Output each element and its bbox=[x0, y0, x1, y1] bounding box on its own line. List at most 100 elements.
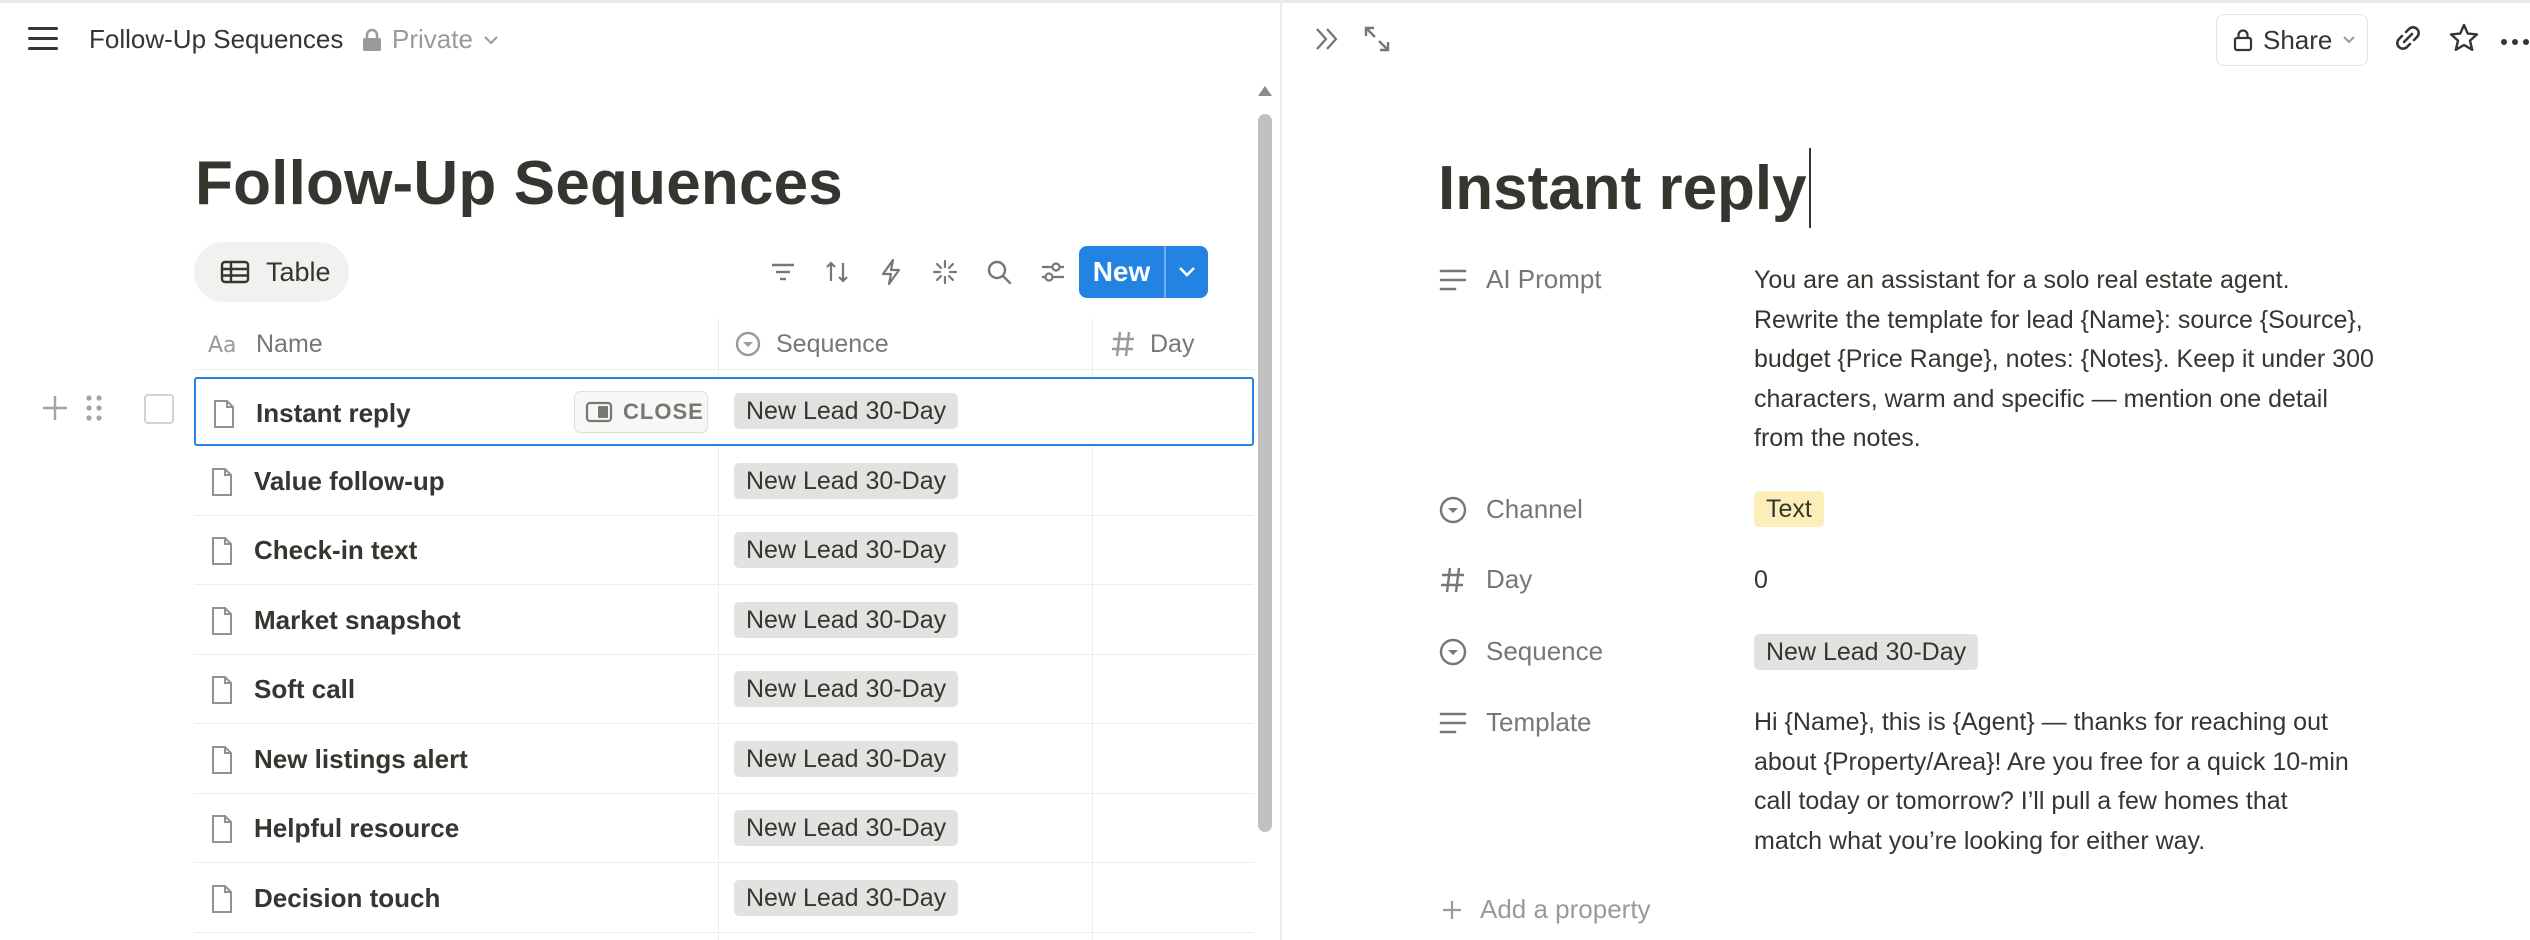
ai-prompt-value[interactable]: You are an assistant for a solo real est… bbox=[1754, 261, 2474, 459]
text-cursor bbox=[1808, 148, 1811, 228]
property-label-ai-prompt[interactable]: AI Prompt bbox=[1438, 264, 1602, 295]
select-property-icon bbox=[1439, 638, 1467, 665]
new-button[interactable]: New bbox=[1079, 246, 1164, 298]
row-name[interactable]: Value follow-up bbox=[254, 466, 445, 497]
search-icon[interactable] bbox=[976, 246, 1022, 298]
number-property-icon bbox=[1112, 331, 1134, 357]
privacy-dropdown[interactable]: Private bbox=[362, 24, 499, 55]
select-property-icon bbox=[1439, 496, 1467, 523]
sort-icon[interactable] bbox=[814, 246, 860, 298]
share-button[interactable]: Share bbox=[2216, 14, 2368, 66]
menu-icon[interactable] bbox=[28, 27, 58, 51]
table-row[interactable]: Helpful resource New Lead 30-Day bbox=[194, 794, 1254, 863]
sequence-tag[interactable]: New Lead 30-Day bbox=[734, 602, 959, 638]
row-name[interactable]: Instant reply bbox=[256, 398, 411, 429]
lock-icon bbox=[363, 28, 381, 51]
row-checkbox[interactable] bbox=[144, 394, 174, 424]
channel-tag[interactable]: Text bbox=[1754, 491, 1824, 527]
page-icon bbox=[212, 536, 232, 565]
copy-link-icon[interactable] bbox=[2392, 22, 2424, 59]
view-settings-icon[interactable] bbox=[1030, 246, 1076, 298]
page-title-text[interactable]: Instant reply bbox=[1438, 153, 1807, 224]
table-header: Aa Name Sequence Day bbox=[194, 318, 1254, 370]
page-icon bbox=[212, 467, 232, 496]
page-icon bbox=[212, 745, 232, 774]
page-icon bbox=[212, 675, 232, 704]
row-name[interactable]: Check-in text bbox=[254, 535, 417, 566]
table-row[interactable]: Decision touch New Lead 30-Day bbox=[194, 864, 1254, 933]
expand-full-page-icon[interactable] bbox=[1362, 24, 1392, 59]
table-icon bbox=[220, 260, 250, 284]
scroll-up-arrow-icon[interactable] bbox=[1258, 86, 1272, 96]
share-label: Share bbox=[2263, 24, 2333, 55]
row-name[interactable]: New listings alert bbox=[254, 744, 468, 775]
drag-handle-icon[interactable] bbox=[84, 393, 104, 428]
text-lines-icon bbox=[1439, 712, 1467, 733]
favorite-star-icon[interactable] bbox=[2448, 22, 2480, 59]
scrollbar-thumb[interactable] bbox=[1258, 114, 1272, 832]
page-icon bbox=[212, 884, 232, 913]
row-name[interactable]: Market snapshot bbox=[254, 605, 461, 636]
sequence-tag[interactable]: New Lead 30-Day bbox=[734, 463, 959, 499]
table-row[interactable]: Market snapshot New Lead 30-Day bbox=[194, 586, 1254, 655]
more-options-icon[interactable] bbox=[2500, 34, 2530, 52]
close-peek-button[interactable]: CLOSE bbox=[574, 391, 708, 433]
database-toolbar bbox=[760, 246, 1076, 298]
plus-icon bbox=[1443, 900, 1461, 919]
close-peek-double-chevron-icon[interactable] bbox=[1312, 24, 1342, 59]
select-property-icon bbox=[735, 331, 761, 357]
sequence-tag[interactable]: New Lead 30-Day bbox=[734, 393, 959, 429]
row-name[interactable]: Helpful resource bbox=[254, 813, 459, 844]
new-button-dropdown[interactable] bbox=[1166, 246, 1208, 298]
svg-text:Aa: Aa bbox=[208, 333, 237, 356]
chevron-down-icon bbox=[1179, 267, 1195, 277]
sequence-tag[interactable]: New Lead 30-Day bbox=[1754, 634, 1979, 670]
sequence-tag[interactable]: New Lead 30-Day bbox=[734, 741, 959, 777]
lock-icon bbox=[2233, 29, 2253, 52]
vertical-scrollbar[interactable] bbox=[1256, 86, 1274, 836]
template-value[interactable]: Hi {Name}, this is {Agent} — thanks for … bbox=[1754, 703, 2474, 861]
table-row[interactable]: New listings alert New Lead 30-Day bbox=[194, 725, 1254, 794]
day-value[interactable]: 0 bbox=[1754, 561, 1768, 601]
automation-bolt-icon[interactable] bbox=[868, 246, 914, 298]
column-header-sequence[interactable]: Sequence bbox=[734, 318, 889, 370]
database-pane: Follow-Up Sequences Private Follow-Up Se… bbox=[0, 0, 1280, 940]
database-title[interactable]: Follow-Up Sequences bbox=[195, 148, 843, 219]
page-icon bbox=[214, 399, 234, 428]
add-property-button[interactable]: Add a property bbox=[1440, 894, 1651, 925]
chevron-down-icon bbox=[484, 35, 498, 44]
table-row[interactable]: Instant reply CLOSE New Lead 30-Day bbox=[194, 377, 1254, 446]
table-row[interactable]: Value follow-up New Lead 30-Day bbox=[194, 447, 1254, 516]
privacy-label: Private bbox=[392, 24, 473, 54]
table-row[interactable]: Soft call New Lead 30-Day bbox=[194, 655, 1254, 724]
property-label-day[interactable]: Day bbox=[1438, 564, 1532, 595]
sequence-tag[interactable]: New Lead 30-Day bbox=[734, 671, 959, 707]
view-tab-table[interactable]: Table bbox=[194, 242, 349, 302]
row-name[interactable]: Soft call bbox=[254, 674, 355, 705]
column-header-name[interactable]: Aa Name bbox=[208, 318, 323, 370]
row-name[interactable]: Decision touch bbox=[254, 883, 440, 914]
property-label-sequence[interactable]: Sequence bbox=[1438, 636, 1603, 667]
sequence-tag[interactable]: New Lead 30-Day bbox=[734, 532, 959, 568]
property-label-template[interactable]: Template bbox=[1438, 707, 1592, 738]
text-lines-icon bbox=[1439, 269, 1467, 290]
page-title[interactable]: Instant reply bbox=[1438, 148, 1811, 228]
side-peek-icon bbox=[585, 401, 613, 423]
filter-icon[interactable] bbox=[760, 246, 806, 298]
property-label-channel[interactable]: Channel bbox=[1438, 494, 1583, 525]
side-peek-pane: Share Instant reply AI Prompt You are an… bbox=[1282, 0, 2530, 940]
number-property-icon bbox=[1441, 567, 1464, 592]
table-row[interactable]: Check-in text New Lead 30-Day bbox=[194, 516, 1254, 585]
sequence-tag[interactable]: New Lead 30-Day bbox=[734, 880, 959, 916]
breadcrumb-page-title[interactable]: Follow-Up Sequences bbox=[89, 24, 343, 55]
sequence-tag[interactable]: New Lead 30-Day bbox=[734, 810, 959, 846]
page-icon bbox=[212, 606, 232, 635]
ai-sparkle-icon[interactable] bbox=[922, 246, 968, 298]
page-icon bbox=[212, 814, 232, 843]
add-row-plus-icon[interactable] bbox=[40, 393, 70, 428]
column-header-day[interactable]: Day bbox=[1110, 318, 1194, 370]
view-tab-label: Table bbox=[266, 256, 331, 287]
new-button-group: New bbox=[1079, 246, 1208, 298]
chevron-down-icon bbox=[2343, 36, 2356, 44]
text-property-icon: Aa bbox=[208, 333, 237, 356]
